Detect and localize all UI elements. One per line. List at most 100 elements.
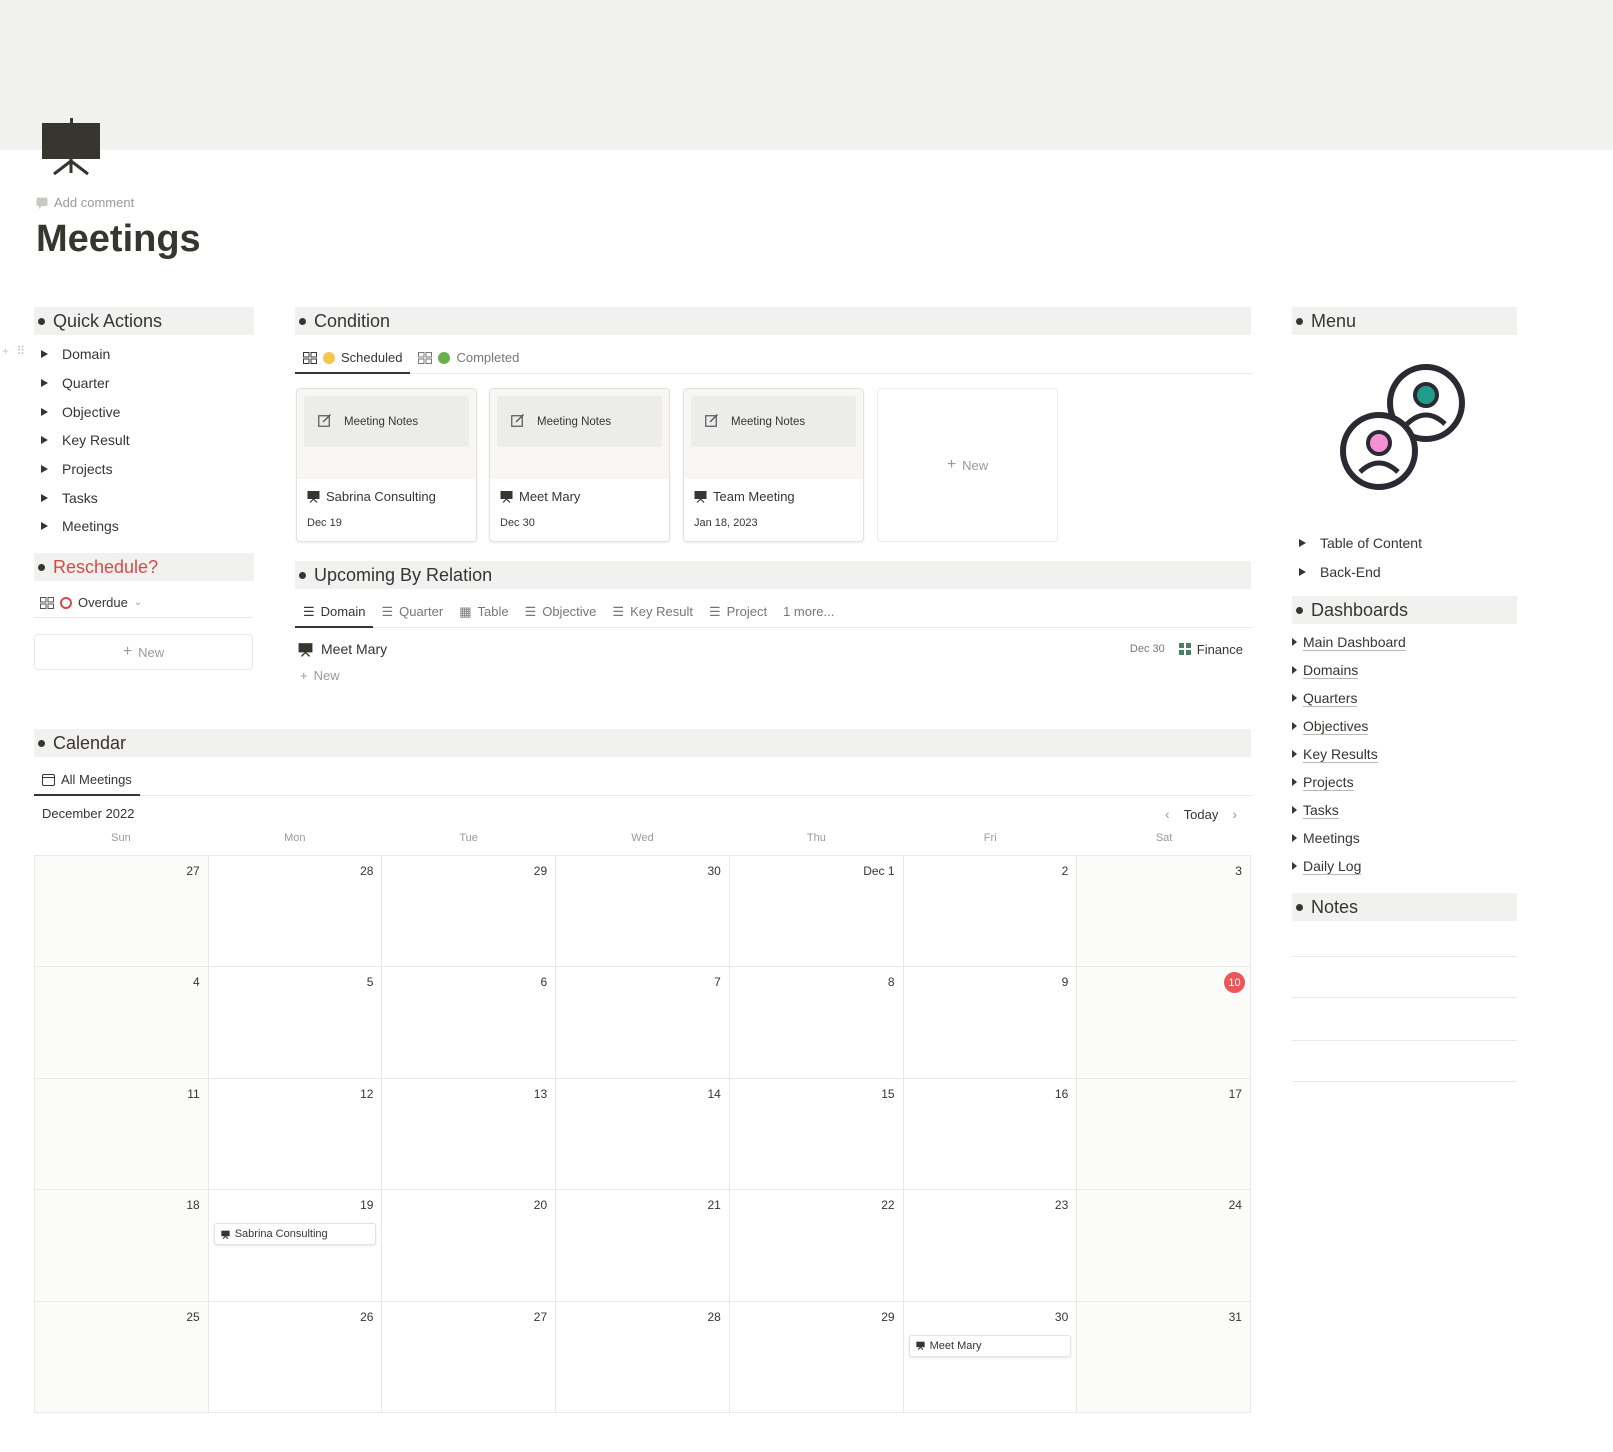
- toggle-meetings[interactable]: Meetings: [38, 512, 248, 541]
- calendar-day-cell[interactable]: 31: [1077, 1301, 1251, 1413]
- dashboard-link-item[interactable]: Main Dashboard: [1292, 628, 1406, 656]
- dashboard-link-item[interactable]: Quarters: [1292, 684, 1406, 712]
- calendar-day-cell[interactable]: 23: [903, 1190, 1078, 1302]
- calendar-day-cell[interactable]: 7: [556, 967, 730, 1079]
- triangle-right-icon[interactable]: [41, 407, 48, 416]
- triangle-right-icon[interactable]: [41, 465, 48, 474]
- tab-table[interactable]: ▦ Table: [451, 596, 516, 627]
- toggle-objective[interactable]: Objective: [38, 397, 248, 426]
- triangle-right-icon[interactable]: [41, 493, 48, 502]
- calendar-day-cell[interactable]: 13: [382, 1078, 557, 1191]
- triangle-right-icon[interactable]: [1299, 538, 1306, 547]
- dashboard-link-item[interactable]: Daily Log: [1292, 852, 1406, 880]
- calendar-day-cell[interactable]: 21: [556, 1190, 730, 1302]
- calendar-day-cell[interactable]: 27: [35, 856, 209, 968]
- reschedule-new-button[interactable]: + New: [34, 634, 253, 670]
- dashboard-link-label[interactable]: Quarters: [1303, 690, 1358, 707]
- toggle-key-result[interactable]: Key Result: [38, 426, 248, 455]
- calendar-event[interactable]: Meet Mary: [908, 1334, 1072, 1357]
- toggle-domain[interactable]: Domain: [38, 340, 248, 369]
- dashboard-link-item[interactable]: Tasks: [1292, 796, 1406, 824]
- calendar-day-cell[interactable]: 22: [729, 1190, 904, 1302]
- calendar-day-cell[interactable]: 10: [1077, 967, 1251, 1079]
- tab-quarter[interactable]: ☰ Quarter: [373, 596, 451, 627]
- calendar-day-cell[interactable]: 28: [208, 856, 383, 968]
- calendar-day-cell[interactable]: 26: [208, 1301, 383, 1413]
- dashboard-link-item[interactable]: Domains: [1292, 656, 1406, 684]
- toggle-projects[interactable]: Projects: [38, 455, 248, 484]
- calendar-day-cell[interactable]: 20: [382, 1190, 557, 1302]
- list-item[interactable]: Meet Mary Dec 30 Finance: [298, 636, 1243, 662]
- today-button[interactable]: Today: [1184, 807, 1219, 822]
- calendar-day-cell[interactable]: 30: [556, 856, 730, 968]
- calendar-day-cell[interactable]: 9: [903, 967, 1078, 1079]
- dashboard-link-item[interactable]: Projects: [1292, 768, 1406, 796]
- chevron-left-icon[interactable]: ‹: [1165, 806, 1170, 822]
- calendar-day-cell[interactable]: 30 Meet Mary: [903, 1301, 1078, 1413]
- calendar-day-cell[interactable]: 12: [208, 1078, 383, 1191]
- calendar-day-cell[interactable]: 28: [556, 1301, 730, 1413]
- list-new-button[interactable]: + New: [300, 668, 340, 683]
- calendar-day-cell[interactable]: 14: [556, 1078, 730, 1191]
- tab-scheduled[interactable]: Scheduled: [295, 342, 411, 374]
- tab-key-result[interactable]: ☰ Key Result: [604, 596, 701, 627]
- tab-all-meetings[interactable]: All Meetings: [34, 764, 140, 796]
- calendar-day-cell[interactable]: 27: [382, 1301, 557, 1413]
- tab-domain[interactable]: ☰ Domain: [295, 596, 374, 628]
- chevron-down-icon[interactable]: ⌄: [134, 597, 142, 608]
- dashboard-link-item[interactable]: Meetings: [1292, 824, 1406, 852]
- dashboard-link-item[interactable]: Key Results: [1292, 740, 1406, 768]
- triangle-right-icon[interactable]: [41, 436, 48, 445]
- gallery-card[interactable]: Meeting Notes Meet Mary Dec 30: [489, 388, 670, 542]
- toggle-back-end[interactable]: Back-End: [1296, 557, 1422, 586]
- calendar-day-cell[interactable]: 18: [35, 1190, 209, 1302]
- calendar-day-cell[interactable]: 3: [1077, 856, 1251, 968]
- triangle-right-icon[interactable]: [41, 350, 48, 359]
- toggle-quarter[interactable]: Quarter: [38, 369, 248, 398]
- calendar-day-cell[interactable]: 4: [35, 967, 209, 1079]
- dashboard-link-label[interactable]: Domains: [1303, 662, 1359, 679]
- calendar-day-cell[interactable]: 16: [903, 1078, 1078, 1191]
- dashboard-link-label[interactable]: Meetings: [1303, 830, 1360, 846]
- calendar-day-cell[interactable]: Dec 1: [729, 856, 904, 968]
- calendar-event[interactable]: Sabrina Consulting: [213, 1223, 377, 1246]
- calendar-day-cell[interactable]: 19 Sabrina Consulting: [208, 1190, 383, 1302]
- calendar-day-cell[interactable]: 29: [382, 856, 557, 968]
- toggle-tasks[interactable]: Tasks: [38, 483, 248, 512]
- dashboard-link-label[interactable]: Projects: [1303, 774, 1354, 791]
- calendar-day-cell[interactable]: 2: [903, 856, 1078, 968]
- calendar-day-cell[interactable]: 24: [1077, 1190, 1251, 1302]
- chevron-right-icon[interactable]: ›: [1232, 806, 1237, 822]
- dashboard-link-item[interactable]: Objectives: [1292, 712, 1406, 740]
- dashboard-link-label[interactable]: Objectives: [1303, 718, 1369, 735]
- weekday-label: Fri: [983, 832, 997, 844]
- triangle-right-icon[interactable]: [41, 522, 48, 531]
- gallery-card[interactable]: Meeting Notes Team Meeting Jan 18, 2023: [683, 388, 864, 542]
- calendar-day-cell[interactable]: 15: [729, 1078, 904, 1191]
- calendar-day-cell[interactable]: 11: [35, 1078, 209, 1191]
- tab-project[interactable]: ☰ Project: [701, 596, 775, 627]
- tab-overdue[interactable]: Overdue ⌄: [34, 588, 150, 617]
- toggle-table-of-content[interactable]: Table of Content: [1296, 528, 1422, 557]
- triangle-right-icon[interactable]: [41, 379, 48, 388]
- new-card-button[interactable]: + New: [877, 388, 1058, 542]
- presentation-board-icon[interactable]: [40, 116, 102, 178]
- add-comment-button[interactable]: Add comment: [36, 195, 134, 210]
- dashboard-link-label[interactable]: Daily Log: [1303, 858, 1362, 875]
- relation-tag[interactable]: Finance: [1178, 642, 1243, 657]
- tab-more[interactable]: 1 more...: [775, 596, 842, 627]
- calendar-day-cell[interactable]: 29: [729, 1301, 904, 1413]
- gallery-card[interactable]: Meeting Notes Sabrina Consulting Dec 19: [296, 388, 477, 542]
- dashboard-link-label[interactable]: Key Results: [1303, 746, 1378, 763]
- calendar-day-cell[interactable]: 17: [1077, 1078, 1251, 1191]
- drag-handle-icon[interactable]: + ⠿: [2, 344, 27, 358]
- calendar-day-cell[interactable]: 6: [382, 967, 557, 1079]
- tab-completed[interactable]: Completed: [410, 342, 527, 373]
- calendar-day-cell[interactable]: 5: [208, 967, 383, 1079]
- tab-objective[interactable]: ☰ Objective: [517, 596, 605, 627]
- dashboard-link-label[interactable]: Tasks: [1303, 802, 1339, 819]
- calendar-day-cell[interactable]: 25: [35, 1301, 209, 1413]
- calendar-day-cell[interactable]: 8: [729, 967, 904, 1079]
- triangle-right-icon[interactable]: [1299, 567, 1306, 576]
- dashboard-link-label[interactable]: Main Dashboard: [1303, 634, 1406, 651]
